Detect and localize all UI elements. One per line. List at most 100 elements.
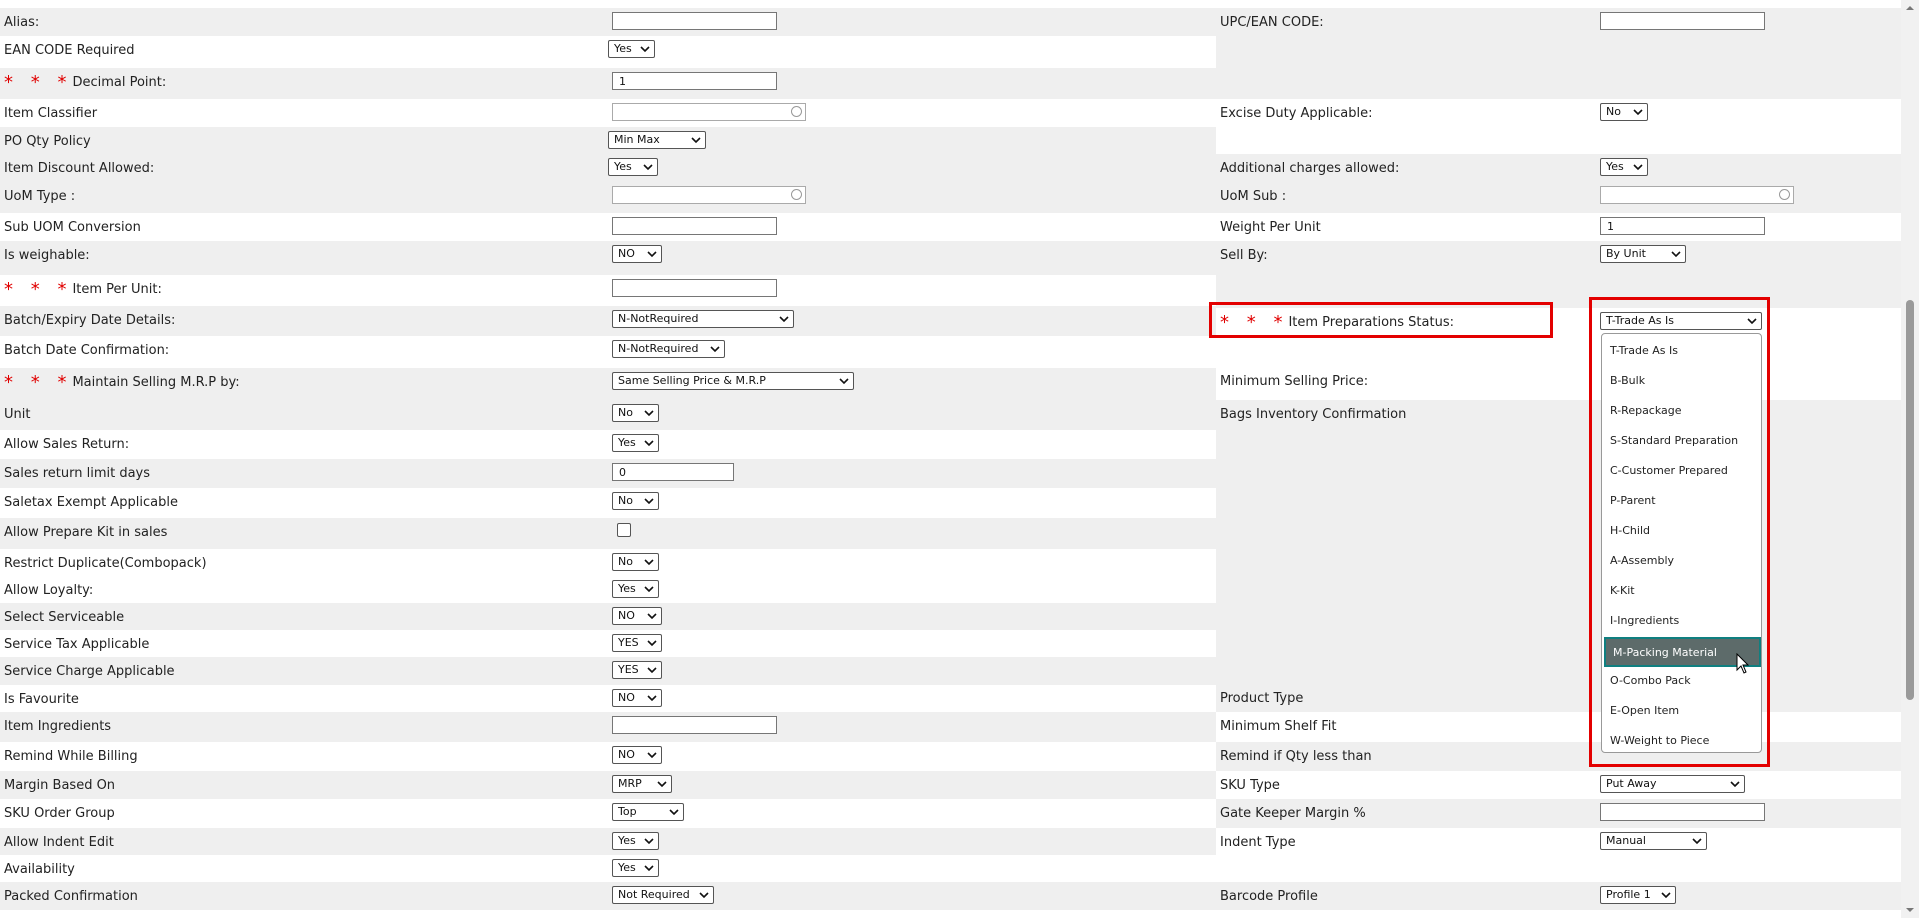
scroll-up-icon[interactable] (1901, 2, 1919, 14)
select-value: No (618, 406, 633, 419)
right-form-row: Additional charges allowed: Yes (1216, 154, 1901, 182)
dropdown-option[interactable]: A-Assembly (1610, 554, 1674, 567)
select-dropdown[interactable]: Yes (612, 859, 659, 877)
scrollbar-thumb[interactable] (1906, 300, 1914, 700)
lookup-input[interactable] (612, 103, 806, 121)
select-dropdown[interactable]: YES (612, 661, 662, 679)
text-input[interactable]: 1 (612, 72, 777, 90)
field-label-text: Unit (4, 407, 31, 422)
dropdown-option[interactable]: W-Weight to Piece (1610, 734, 1709, 747)
select-dropdown[interactable]: Put Away (1600, 775, 1745, 793)
dropdown-option[interactable]: T-Trade As Is (1610, 344, 1678, 357)
chevron-down-icon (1633, 109, 1643, 116)
select-dropdown[interactable]: N-NotRequired (612, 340, 725, 358)
field-label-text: Service Tax Applicable (4, 637, 150, 652)
select-dropdown[interactable]: Profile 1 (1600, 886, 1676, 904)
chevron-down-icon (1633, 164, 1643, 171)
text-input[interactable]: 1 (1600, 217, 1765, 235)
left-form-row: Item Classifier (0, 99, 1216, 127)
field-label-text: Item Classifier (4, 106, 98, 121)
select-dropdown[interactable]: MRP (612, 775, 672, 793)
item-preparations-status-options[interactable]: T-Trade As Is B-Bulk R-Repackage S-Standard… (1601, 333, 1762, 753)
dropdown-option[interactable]: P-Parent (1610, 494, 1656, 507)
select-dropdown[interactable]: Yes (612, 580, 659, 598)
chevron-down-icon (647, 613, 657, 620)
select-dropdown[interactable]: Manual (1600, 832, 1707, 850)
required-marker: * * * (4, 372, 73, 393)
dropdown-option[interactable]: C-Customer Prepared (1610, 464, 1728, 477)
dropdown-option[interactable]: I-Ingredients (1610, 614, 1679, 627)
select-dropdown[interactable]: No (612, 404, 659, 422)
field-label-text: Margin Based On (4, 778, 116, 793)
field-label-text: Allow Loyalty: (4, 583, 94, 598)
lookup-input[interactable] (612, 186, 806, 204)
select-dropdown[interactable]: Yes (608, 158, 658, 176)
select-dropdown[interactable]: Yes (1600, 158, 1648, 176)
dropdown-option[interactable]: B-Bulk (1610, 374, 1645, 387)
lookup-circle-icon[interactable] (791, 189, 802, 200)
select-dropdown[interactable]: Same Selling Price & M.R.P (612, 372, 854, 390)
field-label-text: Is weighable: (4, 248, 90, 263)
dropdown-option[interactable]: R-Repackage (1610, 404, 1682, 417)
field-label-text: Item Per Unit: (72, 282, 162, 297)
left-form-row: Batch Date Confirmation: N-NotRequired (0, 336, 1216, 368)
text-input[interactable] (612, 12, 777, 30)
select-dropdown[interactable]: NO (612, 689, 662, 707)
select-value: NO (618, 748, 635, 761)
select-dropdown[interactable]: NO (612, 607, 662, 625)
select-dropdown[interactable]: Not Required (612, 886, 714, 904)
text-input[interactable] (612, 279, 777, 297)
select-dropdown[interactable]: No (612, 492, 659, 510)
select-dropdown[interactable]: Yes (608, 40, 655, 58)
select-dropdown[interactable]: NO (612, 746, 662, 764)
dropdown-option[interactable]: S-Standard Preparation (1610, 434, 1738, 447)
text-input[interactable] (612, 217, 777, 235)
select-dropdown[interactable]: N-NotRequired (612, 310, 794, 328)
select-dropdown[interactable]: No (612, 553, 659, 571)
left-form-row: Margin Based On MRP (0, 771, 1216, 799)
scroll-down-icon[interactable] (1901, 904, 1919, 916)
select-dropdown[interactable]: By Unit (1600, 245, 1686, 263)
dropdown-option[interactable]: H-Child (1610, 524, 1650, 537)
field-label: Bags Inventory Confirmation (1220, 407, 1406, 422)
text-input[interactable]: 0 (612, 463, 734, 481)
field-label-text: UPC/EAN CODE: (1220, 15, 1324, 30)
select-dropdown[interactable]: YES (612, 634, 662, 652)
right-form-row: Product Type (1216, 684, 1901, 712)
field-label: Excise Duty Applicable: (1220, 106, 1373, 121)
select-dropdown[interactable]: Min Max (608, 131, 706, 149)
chevron-down-icon (647, 640, 657, 647)
vertical-scrollbar[interactable] (1901, 0, 1919, 918)
select-dropdown[interactable]: Yes (612, 832, 659, 850)
field-label-text: Is Favourite (4, 692, 79, 707)
chevron-down-icon (699, 892, 709, 899)
select-value: By Unit (1606, 247, 1646, 260)
right-form-row: Remind if Qty less than (1216, 742, 1901, 771)
chevron-down-icon (640, 46, 650, 53)
select-value: Put Away (1606, 777, 1657, 790)
dropdown-option[interactable]: E-Open Item (1610, 704, 1679, 717)
dropdown-option[interactable]: O-Combo Pack (1610, 674, 1691, 687)
checkbox[interactable] (617, 523, 631, 537)
left-form-row: Sub UOM Conversion (0, 213, 1216, 241)
left-form-row: Batch/Expiry Date Details: N-NotRequired (0, 306, 1216, 336)
field-label-text: Sub UOM Conversion (4, 220, 141, 235)
field-label: Service Charge Applicable (4, 664, 175, 679)
left-form-row: Allow Sales Return: Yes (0, 430, 1216, 459)
select-dropdown[interactable]: No (1600, 103, 1648, 121)
right-form-row: Barcode Profile Profile 1 (1216, 882, 1901, 910)
text-input[interactable] (1600, 803, 1765, 821)
select-dropdown[interactable]: Yes (612, 434, 659, 452)
field-label: Is weighable: (4, 248, 90, 263)
text-input[interactable] (1600, 12, 1765, 30)
select-dropdown[interactable]: Top (612, 803, 684, 821)
lookup-circle-icon[interactable] (791, 106, 802, 117)
field-label-text: Allow Sales Return: (4, 437, 130, 452)
lookup-input[interactable] (1600, 186, 1794, 204)
lookup-circle-icon[interactable] (1779, 189, 1790, 200)
left-form-row: Alias: (0, 8, 1216, 36)
select-dropdown[interactable]: NO (612, 245, 662, 263)
dropdown-option[interactable]: K-Kit (1610, 584, 1635, 597)
left-form-row: Allow Indent Edit Yes (0, 828, 1216, 855)
text-input[interactable] (612, 716, 777, 734)
